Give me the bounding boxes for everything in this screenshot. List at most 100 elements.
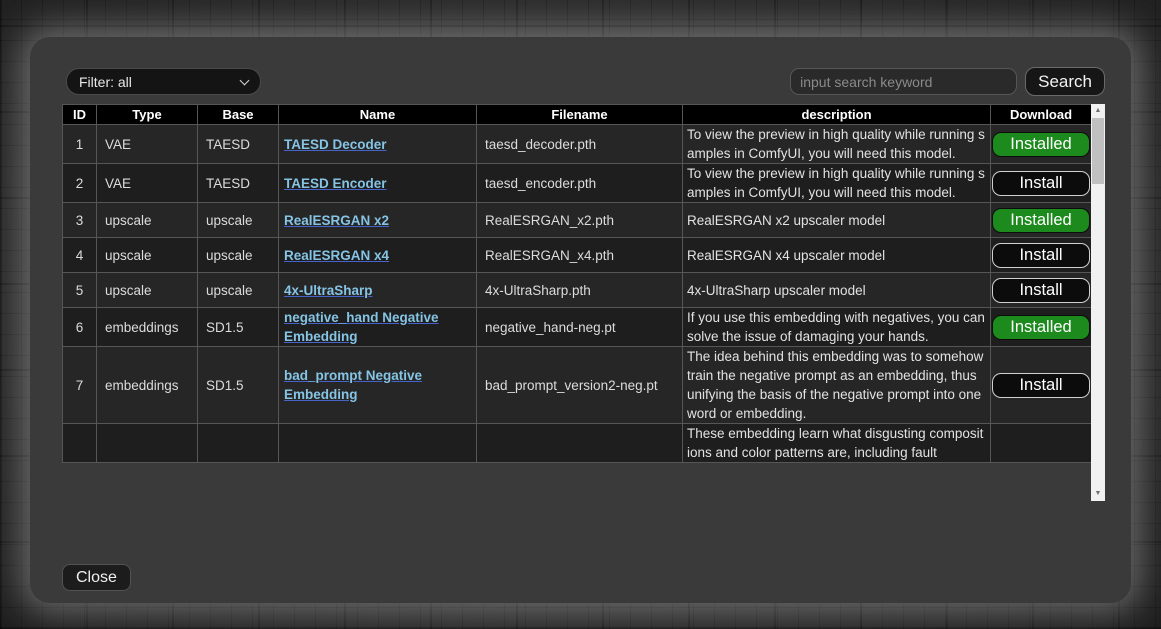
cell-filename: bad_prompt_version2-neg.pt <box>477 347 683 424</box>
cell-base: upscale <box>198 238 279 273</box>
cell-download <box>991 424 1092 463</box>
installed-button[interactable]: Installed <box>992 132 1090 157</box>
model-name-link[interactable]: RealESRGAN x4 <box>284 248 389 263</box>
model-name-link[interactable]: negative_hand Negative Embedding <box>284 310 439 344</box>
scroll-down-icon[interactable]: ▼ <box>1091 487 1105 501</box>
filter-select-wrap: Filter: all <box>66 68 261 95</box>
column-header-name: Name <box>279 105 477 125</box>
cell-download: Install <box>991 238 1092 273</box>
cell-id <box>63 424 97 463</box>
table-row: 4upscaleupscaleRealESRGAN x4RealESRGAN_x… <box>63 238 1092 273</box>
cell-base: TAESD <box>198 164 279 203</box>
column-header-download: Download <box>991 105 1092 125</box>
installed-button[interactable]: Installed <box>992 208 1090 233</box>
install-button[interactable]: Install <box>992 243 1090 268</box>
installed-button[interactable]: Installed <box>992 315 1090 340</box>
cell-download: Installed <box>991 203 1092 238</box>
cell-description: If you use this embedding with negatives… <box>683 308 991 347</box>
cell-name: negative_hand Negative Embedding <box>279 308 477 347</box>
model-name-link[interactable]: TAESD Encoder <box>284 176 387 191</box>
cell-download: Install <box>991 347 1092 424</box>
cell-description: The idea behind this embedding was to so… <box>683 347 991 424</box>
table-row: 7embeddingsSD1.5bad_prompt Negative Embe… <box>63 347 1092 424</box>
cell-base: SD1.5 <box>198 308 279 347</box>
cell-name: TAESD Encoder <box>279 164 477 203</box>
table-row: 5upscaleupscale4x-UltraSharp4x-UltraShar… <box>63 273 1092 308</box>
model-table-container: IDTypeBaseNameFilenamedescriptionDownloa… <box>62 104 1105 501</box>
model-name-link[interactable]: bad_prompt Negative Embedding <box>284 368 422 402</box>
cell-filename: negative_hand-neg.pt <box>477 308 683 347</box>
cell-filename: RealESRGAN_x4.pth <box>477 238 683 273</box>
table-scrollbar[interactable]: ▲ ▼ <box>1091 104 1105 501</box>
cell-filename: RealESRGAN_x2.pth <box>477 203 683 238</box>
table-row: 1VAETAESD TAESD Decoder taesd_decoder.pthT… <box>63 125 1092 164</box>
search-input[interactable] <box>790 68 1017 95</box>
cell-name: RealESRGAN x4 <box>279 238 477 273</box>
table-row: 3upscaleupscaleRealESRGAN x2RealESRGAN_x… <box>63 203 1092 238</box>
install-button[interactable]: Install <box>992 278 1090 303</box>
toolbar: Filter: all Search <box>62 67 1105 96</box>
column-header-id: ID <box>63 105 97 125</box>
cell-description: To view the preview in high quality whil… <box>683 164 991 203</box>
table-row: 6embeddingsSD1.5negative_hand Negative E… <box>63 308 1092 347</box>
cell-description: To view the preview in high quality whil… <box>683 125 991 164</box>
cell-name: TAESD Decoder <box>279 125 477 164</box>
column-header-type: Type <box>97 105 198 125</box>
cell-base: SD1.5 <box>198 347 279 424</box>
cell-type: embeddings <box>97 347 198 424</box>
cell-type: upscale <box>97 238 198 273</box>
scroll-up-icon[interactable]: ▲ <box>1091 104 1105 118</box>
model-table-body: 1VAETAESDTAESD Decodertaesd_decoder.pthT… <box>63 125 1092 463</box>
cell-base: TAESD <box>198 125 279 164</box>
cell-id: 7 <box>63 347 97 424</box>
cell-type: VAE <box>97 125 198 164</box>
cell-base <box>198 424 279 463</box>
cell-filename <box>477 424 683 463</box>
cell-download: Installed <box>991 308 1092 347</box>
cell-name <box>279 424 477 463</box>
install-button[interactable]: Install <box>992 171 1090 196</box>
table-row: These embedding learn what disgusting co… <box>63 424 1092 463</box>
column-header-description: description <box>683 105 991 125</box>
cell-type: VAE <box>97 164 198 203</box>
cell-description: These embedding learn what disgusting co… <box>683 424 991 463</box>
cell-download: Installed <box>991 125 1092 164</box>
model-name-link[interactable]: 4x-UltraSharp <box>284 283 373 298</box>
search-button[interactable]: Search <box>1025 67 1105 96</box>
cell-description: RealESRGAN x4 upscaler model <box>683 238 991 273</box>
cell-base: upscale <box>198 203 279 238</box>
cell-filename: taesd_encoder.pth <box>477 164 683 203</box>
close-button[interactable]: Close <box>62 564 131 591</box>
cell-id: 3 <box>63 203 97 238</box>
model-table: IDTypeBaseNameFilenamedescriptionDownloa… <box>62 104 1092 463</box>
column-header-filename: Filename <box>477 105 683 125</box>
cell-id: 1 <box>63 125 97 164</box>
model-name-link[interactable]: RealESRGAN x2 <box>284 213 389 228</box>
install-button[interactable]: Install <box>992 373 1090 398</box>
filter-select[interactable]: Filter: all <box>66 68 261 95</box>
cell-name: bad_prompt Negative Embedding <box>279 347 477 424</box>
cell-id: 2 <box>63 164 97 203</box>
scrollbar-thumb[interactable] <box>1092 118 1104 184</box>
cell-type: upscale <box>97 203 198 238</box>
cell-type <box>97 424 198 463</box>
cell-id: 4 <box>63 238 97 273</box>
cell-id: 6 <box>63 308 97 347</box>
cell-type: embeddings <box>97 308 198 347</box>
cell-description: 4x-UltraSharp upscaler model <box>683 273 991 308</box>
cell-base: upscale <box>198 273 279 308</box>
cell-id: 5 <box>63 273 97 308</box>
cell-description: RealESRGAN x2 upscaler model <box>683 203 991 238</box>
cell-download: Install <box>991 273 1092 308</box>
cell-filename: taesd_decoder.pth <box>477 125 683 164</box>
table-row: 2VAETAESD TAESD Encoder taesd_encoder.pthT… <box>63 164 1092 203</box>
cell-name: RealESRGAN x2 <box>279 203 477 238</box>
model-name-link[interactable]: TAESD Decoder <box>284 137 387 152</box>
cell-download: Install <box>991 164 1092 203</box>
model-manager-dialog: Filter: all Search IDTypeBaseNameFilenam… <box>30 37 1131 603</box>
cell-type: upscale <box>97 273 198 308</box>
table-header-row: IDTypeBaseNameFilenamedescriptionDownloa… <box>63 105 1092 125</box>
cell-filename: 4x-UltraSharp.pth <box>477 273 683 308</box>
cell-name: 4x-UltraSharp <box>279 273 477 308</box>
column-header-base: Base <box>198 105 279 125</box>
